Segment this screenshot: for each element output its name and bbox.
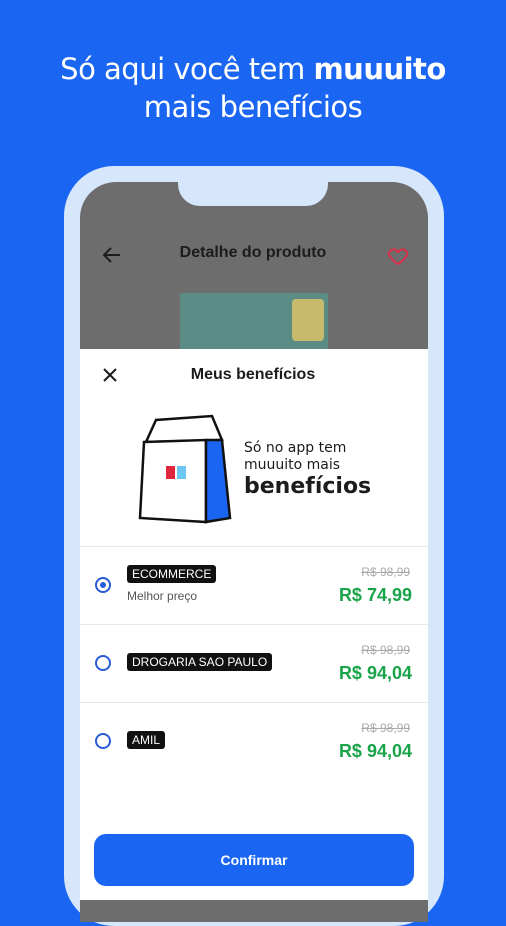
headline-bold: muuuito [313,52,446,86]
banner-text: Só no app tem muuuito mais benefícios [244,440,371,500]
benefit-option-ecommerce[interactable]: ECOMMERCE Melhor preço R$ 98,99 R$ 74,99 [80,547,428,625]
shopping-bag-icon [138,414,232,524]
banner-line3: benefícios [244,474,372,499]
radio-drogaria[interactable] [95,655,111,671]
option-tag: DROGARIA SAO PAULO [127,653,273,671]
page-title: Detalhe do produto [179,244,327,261]
banner-line1: Só no app tem [244,440,347,456]
sheet-title: Meus benefícios [190,366,316,383]
banner-line2: muuuito mais [244,457,341,473]
option-tag: AMIL [127,731,166,749]
option-price: R$ 94,04 [338,663,412,683]
headline-line1: Só aqui você tem [60,52,314,86]
phone-notch [178,178,328,206]
headline: Só aqui você tem muuuito mais benefícios [0,50,506,126]
heart-icon[interactable] [386,244,410,268]
confirm-button[interactable]: Confirmar [94,834,414,886]
radio-ecommerce[interactable] [95,577,111,593]
option-subtitle: Melhor preço [127,589,198,603]
option-old-price: R$ 98,99 [361,643,410,657]
benefit-option-drogaria[interactable]: DROGARIA SAO PAULO R$ 98,99 R$ 94,04 [80,625,428,703]
product-image [180,293,328,353]
radio-amil[interactable] [95,733,111,749]
option-old-price: R$ 98,99 [361,721,410,735]
option-old-price: R$ 98,99 [361,565,410,579]
headline-line2: mais benefícios [143,90,363,124]
close-icon[interactable] [101,366,119,384]
benefit-option-amil[interactable]: AMIL R$ 98,99 R$ 94,04 [80,703,428,781]
option-tag: ECOMMERCE [127,565,217,583]
option-price: R$ 74,99 [338,585,412,605]
product-badge [292,299,324,341]
option-price: R$ 94,04 [338,741,412,761]
back-arrow-icon[interactable] [100,243,124,267]
